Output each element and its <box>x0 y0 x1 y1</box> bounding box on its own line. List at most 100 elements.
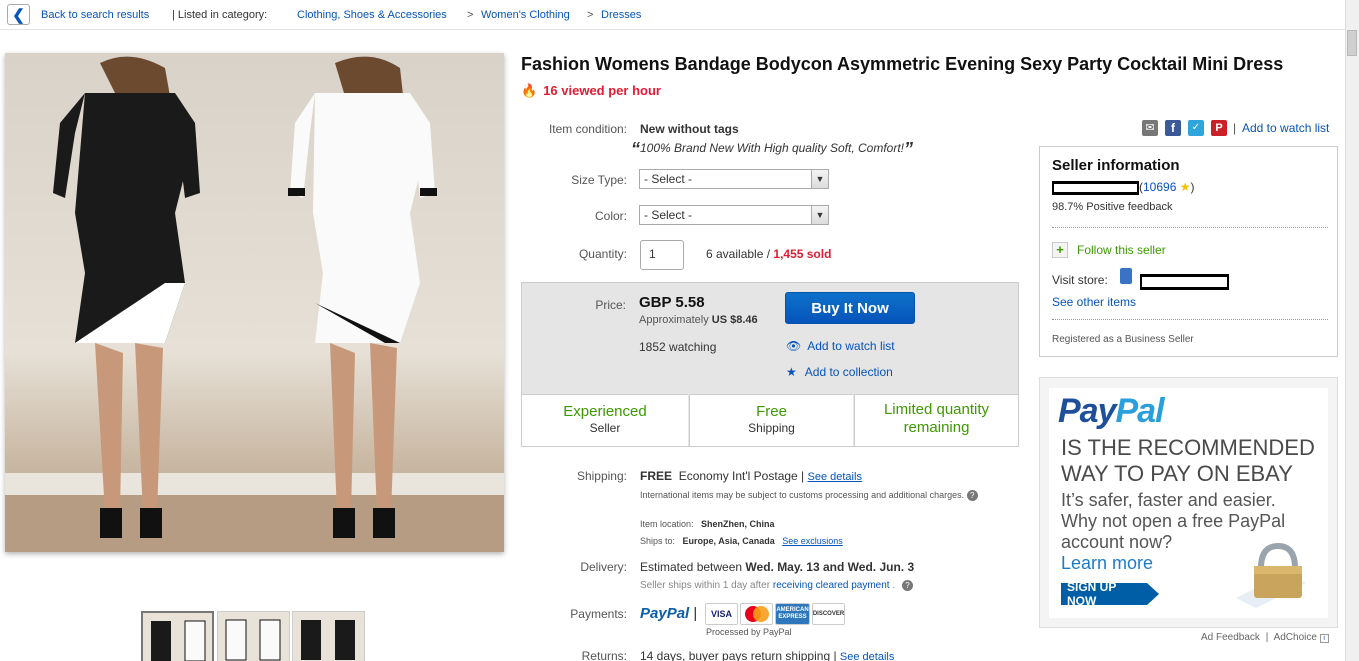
returns-see-details-link[interactable]: See details <box>840 651 894 661</box>
twitter-icon[interactable]: ✓ <box>1188 120 1204 136</box>
thumbnail-1[interactable] <box>141 611 214 661</box>
shipping-method: Economy Int'l Postage | <box>678 469 805 483</box>
feature-title: Limited quantity remaining <box>883 401 990 436</box>
feedback-score-link[interactable]: 10696 <box>1143 180 1176 194</box>
business-seller-note: Registered as a Business Seller <box>1052 334 1194 345</box>
pinterest-icon[interactable]: P <box>1211 120 1227 136</box>
arrow-right-icon[interactable] <box>1147 583 1159 605</box>
plus-icon[interactable]: + <box>1052 242 1068 258</box>
thumbnail-3[interactable] <box>292 611 365 661</box>
scrollbar-thumb[interactable] <box>1347 30 1357 56</box>
feature-limited-quantity: Limited quantity remaining <box>854 394 1018 446</box>
seller-info-box: Seller information (10696 ★) 98.7% Posit… <box>1039 146 1338 357</box>
add-to-watch-list-link[interactable]: 👁 Add to watch list <box>786 339 895 353</box>
help-icon[interactable]: ? <box>966 490 978 501</box>
mastercard-circles <box>745 606 769 622</box>
main-product-image[interactable] <box>5 53 504 552</box>
viewed-per-hour: 🔥 16 viewed per hour <box>521 83 661 99</box>
shipping-label: Shipping: <box>576 469 627 483</box>
returns-value: 14 days, buyer pays return shipping | Se… <box>640 649 894 661</box>
divider <box>1052 227 1328 228</box>
back-to-search-link[interactable]: Back to search results <box>41 9 149 21</box>
item-location-value: ShenZhen, China <box>701 519 775 529</box>
payments-label: Payments: <box>570 607 627 621</box>
add-to-watch-list-top-link[interactable]: Add to watch list <box>1242 121 1329 135</box>
thumbnail-2[interactable] <box>217 611 290 661</box>
condition-value: New without tags <box>640 122 739 136</box>
back-arrow-icon[interactable]: ❮ <box>7 4 30 25</box>
ad-headline: IS THE RECOMMENDED WAY TO PAY ON EBAY <box>1061 435 1315 487</box>
visa-card-icon: VISA <box>705 603 738 625</box>
ad-body-line1: It’s safer, faster and easier. <box>1061 490 1276 510</box>
ad-body-line2: Why not open a free PayPal <box>1061 511 1286 531</box>
color-label: Color: <box>594 209 627 223</box>
item-location-label: Item location: <box>640 519 694 529</box>
cleared-payment-link[interactable]: receiving cleared payment <box>773 580 890 591</box>
size-type-select[interactable]: - Select - ▼ <box>639 169 829 189</box>
star-icon: ★ <box>786 365 797 379</box>
padlock-icon <box>1226 538 1306 608</box>
sign-up-now-button[interactable]: SIGN UP NOW <box>1061 580 1147 608</box>
shipping-see-details-link[interactable]: See details <box>808 471 862 483</box>
email-share-icon[interactable]: ✉ <box>1142 120 1158 136</box>
feedback-score: (10696 ★) <box>1139 180 1195 194</box>
price-label: Price: <box>595 298 626 312</box>
redacted-seller-name <box>1052 181 1139 195</box>
divider <box>1052 319 1328 320</box>
ships-to-label: Ships to: <box>640 536 676 546</box>
discover-card-icon: DISCOVER <box>812 603 845 625</box>
vertical-scrollbar[interactable] <box>1345 0 1359 661</box>
star-rating-icon: ★ <box>1179 180 1191 194</box>
ships-to-value: Europe, Asia, Canada <box>682 536 775 546</box>
shipping-value: FREE Economy Int'l Postage | See details <box>640 469 862 483</box>
feature-subtitle: Seller <box>589 421 621 435</box>
delivery-dates: Wed. May. 13 and Wed. Jun. 3 <box>745 560 915 574</box>
add-watch-label: Add to watch list <box>807 339 895 353</box>
size-type-value: - Select - <box>644 172 693 186</box>
color-select[interactable]: - Select - ▼ <box>639 205 829 225</box>
flame-icon: 🔥 <box>521 83 538 98</box>
help-icon[interactable]: ? <box>901 580 913 591</box>
add-to-collection-link[interactable]: ★ Add to collection <box>786 365 893 379</box>
delivery-prefix: Estimated between <box>640 560 743 574</box>
padlock-drawing <box>1236 542 1306 608</box>
see-other-items-link[interactable]: See other items <box>1052 295 1136 309</box>
see-exclusions-link[interactable]: See exclusions <box>782 536 843 546</box>
breadcrumb-separator: > <box>587 9 594 21</box>
breadcrumb-separator: > <box>467 9 474 21</box>
ad-headline-line2: WAY TO PAY ON EBAY <box>1061 461 1293 486</box>
approx-label: Approximately <box>639 314 709 326</box>
eye-icon: 👁 <box>786 339 802 353</box>
shipping-free: FREE <box>640 469 673 483</box>
sold-count[interactable]: 1,455 sold <box>773 247 831 261</box>
ad-feedback-link[interactable]: Ad Feedback <box>1201 632 1260 643</box>
delivery-label: Delivery: <box>580 560 627 574</box>
adchoice-icon[interactable]: i <box>1319 634 1329 643</box>
feature-title: Experienced <box>563 403 647 420</box>
listing-title: Fashion Womens Bandage Bodycon Asymmetri… <box>521 54 1284 74</box>
paypal-payment-logo: PayPal | <box>640 605 698 622</box>
store-icon[interactable] <box>1120 268 1132 284</box>
breadcrumb-dresses[interactable]: Dresses <box>601 9 641 21</box>
ships-to: Ships to: Europe, Asia, Canada See exclu… <box>640 536 843 546</box>
quantity-input[interactable]: 1 <box>640 240 684 270</box>
adchoice-link[interactable]: AdChoice <box>1274 632 1317 643</box>
seller-info-heading: Seller information <box>1052 157 1180 174</box>
delivery-note-text: Seller ships within 1 day after <box>640 580 771 591</box>
price-value: GBP 5.58 <box>639 294 705 311</box>
size-type-label: Size Type: <box>571 173 627 187</box>
follow-seller-link[interactable]: Follow this seller <box>1077 243 1166 257</box>
processed-by-paypal: Processed by PayPal <box>706 627 792 637</box>
dress-photo-illustration <box>5 56 504 552</box>
ad-footer: Ad Feedback | AdChoice i <box>1201 632 1329 643</box>
breadcrumb-womens-clothing[interactable]: Women's Clothing <box>481 9 570 21</box>
listed-in-label: | Listed in category: <box>172 9 268 21</box>
facebook-icon[interactable]: f <box>1165 120 1181 136</box>
redacted-store-name <box>1140 274 1229 290</box>
condition-label: Item condition: <box>548 122 627 136</box>
returns-label: Returns: <box>581 649 627 661</box>
buy-it-now-button[interactable]: Buy It Now <box>785 292 915 324</box>
condition-quote-text: 100% Brand New With High quality Soft, C… <box>640 141 905 155</box>
breadcrumb-clothing[interactable]: Clothing, Shoes & Accessories <box>297 9 447 21</box>
add-collection-label: Add to collection <box>804 365 893 379</box>
